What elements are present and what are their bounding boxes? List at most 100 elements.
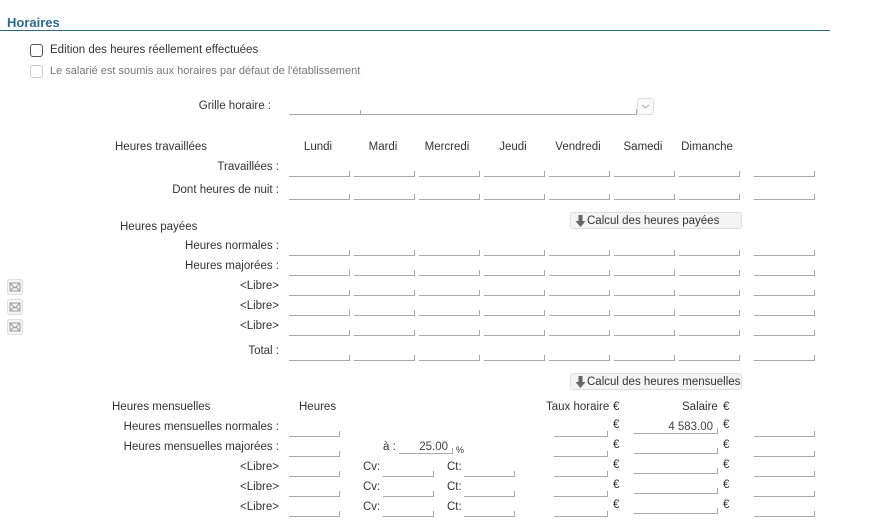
payees-row-5-field-dimanche[interactable] bbox=[679, 348, 740, 361]
payees-row-0-field-lundi[interactable] bbox=[289, 243, 350, 256]
majoration-percent-field[interactable]: 25.00 bbox=[399, 441, 453, 454]
payees-row-3-field-lundi[interactable] bbox=[289, 303, 350, 316]
mensuelles-heures-field[interactable] bbox=[289, 464, 340, 477]
travaillees-row-1-field-samedi[interactable] bbox=[614, 187, 675, 200]
taux-horaire-field[interactable] bbox=[554, 464, 608, 477]
cv-field[interactable] bbox=[383, 484, 434, 497]
payees-row-1-field-vendredi[interactable] bbox=[549, 263, 610, 276]
travaillees-row-0-field-dimanche[interactable] bbox=[679, 164, 740, 177]
calcul-heures-mensuelles-button[interactable]: Calcul des heures mensuelles bbox=[570, 373, 742, 390]
travaillees-row-1-field-mercredi[interactable] bbox=[419, 187, 480, 200]
payees-row-4-field-lundi[interactable] bbox=[289, 323, 350, 336]
grille-input[interactable] bbox=[289, 102, 637, 115]
travaillees-row-0-field-total[interactable] bbox=[754, 164, 815, 177]
salaire-field[interactable] bbox=[634, 481, 718, 494]
payees-row-4-field-mercredi[interactable] bbox=[419, 323, 480, 336]
payees-row-0-field-total[interactable] bbox=[754, 243, 815, 256]
payees-row-0-field-jeudi[interactable] bbox=[484, 243, 545, 256]
payees-row-2-field-mardi[interactable] bbox=[354, 283, 415, 296]
payees-row-5-field-mercredi[interactable] bbox=[419, 348, 480, 361]
defaut-checkbox[interactable] bbox=[30, 65, 43, 78]
ct-field[interactable] bbox=[464, 464, 515, 477]
payees-row-4-field-vendredi[interactable] bbox=[549, 323, 610, 336]
travaillees-row-0-field-mercredi[interactable] bbox=[419, 164, 480, 177]
taux-horaire-field[interactable] bbox=[554, 424, 608, 437]
payees-row-1-field-mardi[interactable] bbox=[354, 263, 415, 276]
payees-row-2-field-samedi[interactable] bbox=[614, 283, 675, 296]
payees-row-3-field-dimanche[interactable] bbox=[679, 303, 740, 316]
payees-row-3-field-mardi[interactable] bbox=[354, 303, 415, 316]
payees-row-3-field-vendredi[interactable] bbox=[549, 303, 610, 316]
payees-row-1-field-mercredi[interactable] bbox=[419, 263, 480, 276]
payees-row-3-field-jeudi[interactable] bbox=[484, 303, 545, 316]
mensuelles-extra-field[interactable] bbox=[754, 484, 815, 497]
salaire-field[interactable]: 4 583.00 bbox=[634, 421, 718, 434]
payees-row-5-field-samedi[interactable] bbox=[614, 348, 675, 361]
cv-field[interactable] bbox=[383, 464, 434, 477]
ct-field[interactable] bbox=[464, 484, 515, 497]
libre-mail-button[interactable] bbox=[7, 279, 23, 295]
ct-field[interactable] bbox=[464, 504, 515, 517]
payees-row-1-field-jeudi[interactable] bbox=[484, 263, 545, 276]
payees-row-5-field-lundi[interactable] bbox=[289, 348, 350, 361]
travaillees-row-0-field-vendredi[interactable] bbox=[549, 164, 610, 177]
payees-row-5-field-total[interactable] bbox=[754, 348, 815, 361]
mensuelles-extra-field[interactable] bbox=[754, 504, 815, 517]
travaillees-row-1-field-vendredi[interactable] bbox=[549, 187, 610, 200]
payees-row-4-field-total[interactable] bbox=[754, 323, 815, 336]
payees-row-0-field-samedi[interactable] bbox=[614, 243, 675, 256]
payees-row-3-field-total[interactable] bbox=[754, 303, 815, 316]
travaillees-row-0-field-lundi[interactable] bbox=[289, 164, 350, 177]
payees-row-1-field-total[interactable] bbox=[754, 263, 815, 276]
payees-row-5-field-jeudi[interactable] bbox=[484, 348, 545, 361]
payees-row-4-field-jeudi[interactable] bbox=[484, 323, 545, 336]
payees-row-1-field-samedi[interactable] bbox=[614, 263, 675, 276]
payees-row-2-field-lundi[interactable] bbox=[289, 283, 350, 296]
payees-row-5-field-vendredi[interactable] bbox=[549, 348, 610, 361]
travaillees-row-1-field-mardi[interactable] bbox=[354, 187, 415, 200]
taux-horaire-field[interactable] bbox=[554, 504, 608, 517]
travaillees-row-1-field-dimanche[interactable] bbox=[679, 187, 740, 200]
mensuelles-heures-field[interactable] bbox=[289, 504, 340, 517]
travaillees-row-0-field-jeudi[interactable] bbox=[484, 164, 545, 177]
grille-dropdown-button[interactable] bbox=[637, 98, 654, 115]
mensuelles-extra-field[interactable] bbox=[754, 464, 815, 477]
payees-row-0-field-dimanche[interactable] bbox=[679, 243, 740, 256]
libre-mail-button[interactable] bbox=[7, 319, 23, 335]
mensuelles-heures-field[interactable] bbox=[289, 484, 340, 497]
payees-row-0-field-mercredi[interactable] bbox=[419, 243, 480, 256]
payees-row-2-field-dimanche[interactable] bbox=[679, 283, 740, 296]
travaillees-row-0-field-mardi[interactable] bbox=[354, 164, 415, 177]
libre-mail-button[interactable] bbox=[7, 299, 23, 315]
taux-horaire-field[interactable] bbox=[554, 444, 608, 457]
payees-row-4-field-samedi[interactable] bbox=[614, 323, 675, 336]
payees-row-5-field-mardi[interactable] bbox=[354, 348, 415, 361]
travaillees-row-1-field-lundi[interactable] bbox=[289, 187, 350, 200]
mensuelles-heures-field[interactable] bbox=[289, 444, 340, 457]
payees-row-4-field-dimanche[interactable] bbox=[679, 323, 740, 336]
calcul-heures-payees-button[interactable]: Calcul des heures payées bbox=[570, 212, 742, 229]
payees-row-1-field-dimanche[interactable] bbox=[679, 263, 740, 276]
travaillees-row-1-field-jeudi[interactable] bbox=[484, 187, 545, 200]
payees-row-0-field-vendredi[interactable] bbox=[549, 243, 610, 256]
edition-checkbox[interactable] bbox=[30, 44, 43, 57]
payees-row-0-field-mardi[interactable] bbox=[354, 243, 415, 256]
payees-row-1-field-lundi[interactable] bbox=[289, 263, 350, 276]
taux-horaire-field[interactable] bbox=[554, 484, 608, 497]
payees-row-2-field-vendredi[interactable] bbox=[549, 283, 610, 296]
travaillees-row-1-field-total[interactable] bbox=[754, 187, 815, 200]
payees-row-3-field-samedi[interactable] bbox=[614, 303, 675, 316]
salaire-field[interactable] bbox=[634, 461, 718, 474]
payees-row-3-field-mercredi[interactable] bbox=[419, 303, 480, 316]
cv-field[interactable] bbox=[383, 504, 434, 517]
mensuelles-extra-field[interactable] bbox=[754, 424, 815, 437]
payees-row-2-field-total[interactable] bbox=[754, 283, 815, 296]
mensuelles-extra-field[interactable] bbox=[754, 444, 815, 457]
travaillees-row-0-field-samedi[interactable] bbox=[614, 164, 675, 177]
salaire-field[interactable] bbox=[634, 501, 718, 514]
mensuelles-heures-field[interactable] bbox=[289, 424, 340, 437]
payees-row-2-field-jeudi[interactable] bbox=[484, 283, 545, 296]
payees-row-2-field-mercredi[interactable] bbox=[419, 283, 480, 296]
payees-row-4-field-mardi[interactable] bbox=[354, 323, 415, 336]
salaire-field[interactable] bbox=[634, 441, 718, 454]
